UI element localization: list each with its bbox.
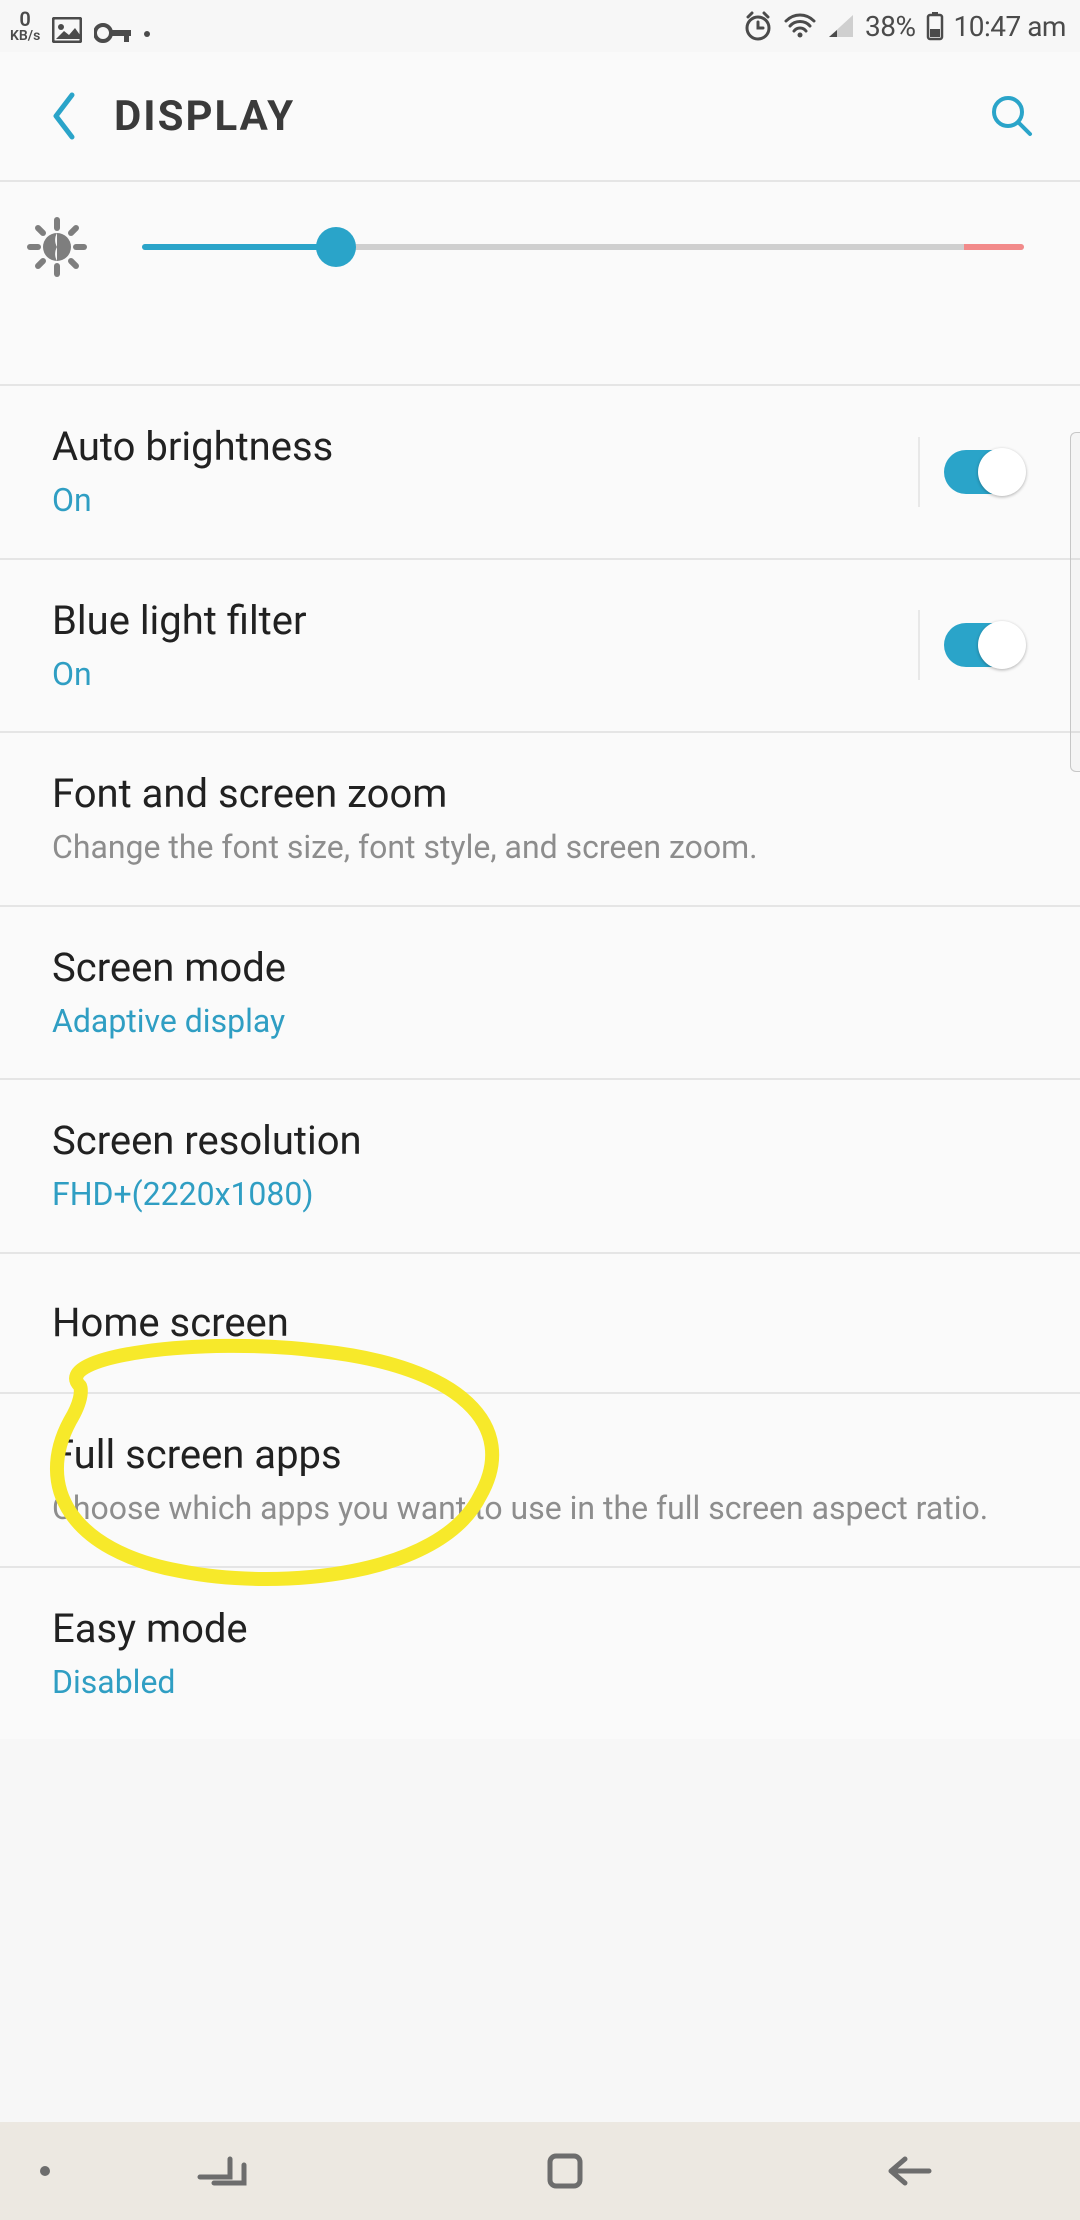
chevron-left-icon [46, 89, 80, 143]
row-screen-mode[interactable]: Screen mode Adaptive display [0, 905, 1080, 1079]
status-dot-icon [144, 31, 150, 37]
row-screen-resolution[interactable]: Screen resolution FHD+(2220x1080) [0, 1078, 1080, 1252]
auto-brightness-toggle[interactable] [944, 450, 1024, 494]
row-title: Font and screen zoom [52, 769, 1024, 819]
battery-percent: 38% [865, 10, 915, 43]
row-sub: Disabled [52, 1662, 1024, 1704]
alarm-icon [743, 11, 773, 41]
row-sub: On [52, 654, 894, 696]
row-title: Auto brightness [52, 422, 894, 472]
toggle-knob [978, 621, 1026, 669]
network-speed-value: 0 [19, 9, 30, 29]
signal-icon [827, 13, 855, 39]
brightness-row [0, 182, 1080, 312]
back-icon [883, 2153, 933, 2189]
settings-list: Auto brightness On Blue light filter On … [0, 182, 1080, 1739]
row-home-screen[interactable]: Home screen [0, 1252, 1080, 1392]
nav-home-button[interactable] [393, 2150, 736, 2192]
app-bar: DISPLAY [0, 52, 1080, 182]
picture-icon [52, 17, 82, 43]
toggle-knob [978, 448, 1026, 496]
row-title: Easy mode [52, 1604, 1024, 1654]
brightness-icon [22, 212, 92, 282]
wifi-icon [783, 13, 817, 39]
toggle-separator [918, 610, 920, 680]
back-button[interactable] [18, 52, 108, 180]
row-title: Full screen apps [52, 1430, 1024, 1480]
search-button[interactable] [982, 86, 1042, 146]
row-sub: On [52, 480, 894, 522]
network-speed-unit: KB/s [10, 29, 40, 43]
slider-thumb[interactable] [316, 227, 356, 267]
battery-icon [926, 11, 944, 41]
row-text: Auto brightness On [52, 422, 894, 522]
status-right: 38% 10:47 am [743, 10, 1066, 43]
row-full-screen-apps[interactable]: Full screen apps Choose which apps you w… [0, 1392, 1080, 1566]
row-title: Home screen [52, 1298, 1024, 1348]
recents-icon [196, 2153, 248, 2189]
row-text: Blue light filter On [52, 596, 894, 696]
row-title: Screen resolution [52, 1116, 1024, 1166]
slider-fill [142, 244, 336, 250]
status-bar: 0 KB/s 38% 10:47 am [0, 0, 1080, 52]
vpn-key-icon [94, 23, 132, 43]
row-sub: Choose which apps you want to use in the… [52, 1488, 1024, 1530]
spacer [0, 312, 1080, 384]
row-sub: Change the font size, font style, and sc… [52, 827, 1024, 869]
search-icon [988, 92, 1036, 140]
slider-warn-zone [964, 244, 1024, 250]
network-speed: 0 KB/s [10, 9, 40, 43]
brightness-slider[interactable] [142, 227, 1024, 267]
nav-recents-button[interactable] [50, 2153, 393, 2189]
navigation-bar [0, 2122, 1080, 2220]
nav-back-button[interactable] [737, 2153, 1080, 2189]
row-auto-brightness[interactable]: Auto brightness On [0, 384, 1080, 558]
row-font-zoom[interactable]: Font and screen zoom Change the font siz… [0, 731, 1080, 905]
row-title: Screen mode [52, 943, 1024, 993]
row-easy-mode[interactable]: Easy mode Disabled [0, 1566, 1080, 1740]
status-left: 0 KB/s [10, 9, 150, 43]
blue-light-toggle[interactable] [944, 623, 1024, 667]
row-sub: FHD+(2220x1080) [52, 1174, 1024, 1216]
home-icon [544, 2150, 586, 2192]
scrollbar[interactable] [1070, 432, 1080, 772]
page-title: DISPLAY [108, 92, 982, 141]
toggle-separator [918, 437, 920, 507]
row-blue-light-filter[interactable]: Blue light filter On [0, 558, 1080, 732]
row-title: Blue light filter [52, 596, 894, 646]
row-sub: Adaptive display [52, 1001, 1024, 1043]
clock-time: 10:47 am [954, 10, 1066, 43]
nav-dot-icon [40, 2166, 50, 2176]
